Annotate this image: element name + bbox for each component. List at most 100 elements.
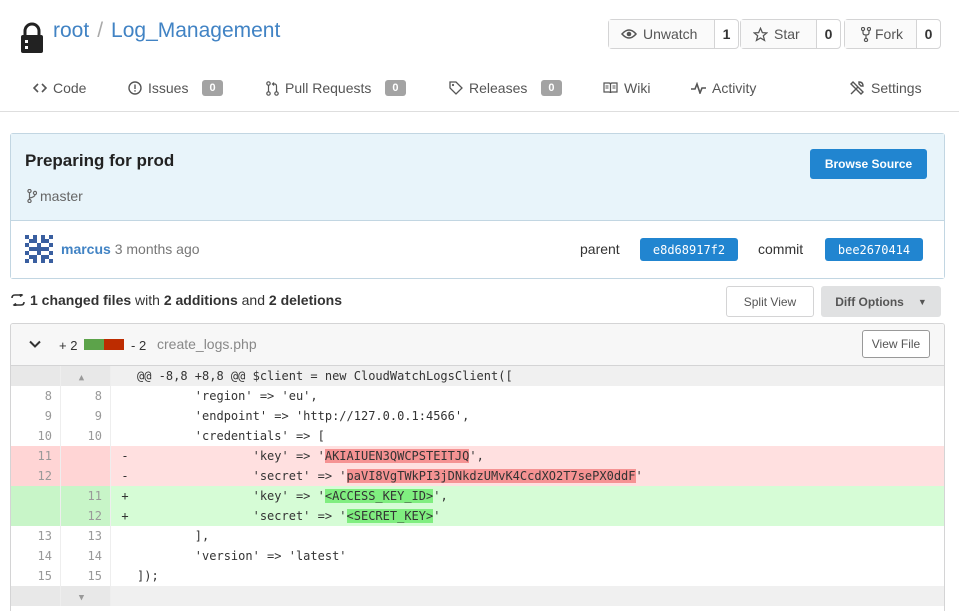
repo-owner-link[interactable]: root <box>53 19 89 42</box>
new-line-number[interactable]: 12 <box>61 506 111 526</box>
avatar[interactable] <box>25 235 53 263</box>
code-text: ], <box>137 526 944 546</box>
code-text-post: ' <box>433 509 441 523</box>
tab-settings[interactable]: Settings <box>849 80 922 96</box>
diff-sign <box>113 406 137 426</box>
fork-label: Fork <box>875 26 903 42</box>
watch-button[interactable]: Unwatch <box>609 20 715 48</box>
commit-author: marcus 3 months ago <box>61 241 200 257</box>
new-line-number[interactable]: 15 <box>61 566 111 586</box>
old-line-number[interactable]: 13 <box>11 526 61 546</box>
new-line-number[interactable] <box>61 446 111 466</box>
stats-with: with <box>135 292 160 308</box>
split-view-button[interactable]: Split View <box>726 286 814 317</box>
new-line-number[interactable]: 14 <box>61 546 111 566</box>
tab-pull-requests[interactable]: Pull Requests 0 <box>266 80 406 96</box>
old-line-number[interactable]: 14 <box>11 546 61 566</box>
tab-releases[interactable]: Releases 0 <box>449 80 562 96</box>
context-line: 99 'endpoint' => 'http://127.0.0.1:4566'… <box>11 406 944 426</box>
new-line-number[interactable]: 8 <box>61 386 111 406</box>
new-line-number[interactable]: 11 <box>61 486 111 506</box>
tab-code[interactable]: Code <box>33 80 86 96</box>
star-icon <box>753 26 768 42</box>
hunk-footer-row: ▼ <box>11 586 944 606</box>
pulse-icon <box>691 82 706 94</box>
old-line-number[interactable] <box>11 486 61 506</box>
new-line-number[interactable]: 9 <box>61 406 111 426</box>
old-line-number[interactable]: 12 <box>11 466 61 486</box>
code-text-post: ', <box>469 449 484 463</box>
code-text: 'key' => 'AKIAIUEN3QWCPSTEITJQ', <box>137 446 944 466</box>
diff-stat-bar <box>84 339 124 350</box>
tab-issues[interactable]: Issues 0 <box>128 80 223 96</box>
commit-branch[interactable]: master <box>27 188 83 204</box>
star-button-group[interactable]: Star 0 <box>740 19 841 49</box>
watch-button-group[interactable]: Unwatch 1 <box>608 19 739 49</box>
added-line: 11 + 'key' => '<ACCESS_KEY_ID>', <box>11 486 944 506</box>
commit-meta: marcus 3 months ago parent e8d68917f2 co… <box>11 221 944 278</box>
commit-box: Preparing for prod master Browse Source … <box>10 133 945 279</box>
author-name-link[interactable]: marcus <box>61 241 111 257</box>
expand-down-icon[interactable]: ▼ <box>61 586 111 606</box>
old-line-number[interactable]: 10 <box>11 426 61 446</box>
pulls-count-badge: 0 <box>385 80 406 96</box>
tab-code-label: Code <box>53 80 87 96</box>
repo-path: root / Log_Management <box>53 19 280 43</box>
tab-activity-label: Activity <box>712 80 757 96</box>
old-line-number[interactable] <box>11 506 61 526</box>
diff-options-button[interactable]: Diff Options ▼ <box>821 286 941 317</box>
star-label: Star <box>774 26 800 42</box>
chevron-down-icon[interactable] <box>29 340 41 348</box>
tab-wiki-label: Wiki <box>624 80 651 96</box>
view-file-button[interactable]: View File <box>862 330 930 358</box>
stats-and: and <box>241 292 265 308</box>
new-line-number[interactable] <box>61 466 111 486</box>
tools-icon <box>850 81 864 95</box>
diff-sign: + <box>121 489 129 503</box>
browse-source-button[interactable]: Browse Source <box>810 149 927 179</box>
file-diff-header: + 2 - 2 create_logs.php View File <box>11 324 944 366</box>
new-line-number[interactable]: 13 <box>61 526 111 546</box>
diff-sign: - <box>121 469 129 483</box>
old-line-number[interactable]: 11 <box>11 446 61 466</box>
deleted-line: 12 - 'secret' => 'paVI8VgTWkPI3jDNkdzUMvK… <box>11 466 944 486</box>
commit-label: commit <box>758 241 804 257</box>
tab-wiki[interactable]: Wiki <box>603 80 650 96</box>
old-line-number[interactable]: 9 <box>11 406 61 426</box>
commit-time: 3 months ago <box>114 241 200 257</box>
commit-sha-button[interactable]: bee2670414 <box>825 238 923 261</box>
file-name[interactable]: create_logs.php <box>157 336 257 352</box>
fork-button[interactable]: Fork <box>845 20 917 48</box>
fork-count[interactable]: 0 <box>917 20 940 48</box>
eye-icon <box>621 29 637 39</box>
changed-files-count: 1 changed files <box>30 292 132 308</box>
code-text: 'version' => 'latest' <box>137 546 944 566</box>
added-line: 12 + 'secret' => '<SECRET_KEY>' <box>11 506 944 526</box>
star-count[interactable]: 0 <box>817 20 840 48</box>
releases-count-badge: 0 <box>541 80 562 96</box>
diff-sign <box>113 526 137 546</box>
watch-label: Unwatch <box>643 26 698 42</box>
code-text-pre: 'endpoint' => 'http://127.0.0.1:4566', <box>137 409 470 423</box>
deletions-count: 2 deletions <box>268 292 343 308</box>
expand-up-icon[interactable]: ▲ <box>61 366 111 386</box>
code-text-pre: 'key' => ' <box>137 489 325 503</box>
path-separator: / <box>97 19 104 42</box>
code-text: 'secret' => '<SECRET_KEY>' <box>137 506 944 526</box>
changed-token: <SECRET_KEY> <box>346 509 434 523</box>
new-line-number[interactable]: 10 <box>61 426 111 446</box>
repo-name-link[interactable]: Log_Management <box>111 19 280 42</box>
star-button[interactable]: Star <box>741 20 817 48</box>
code-text: 'region' => 'eu', <box>137 386 944 406</box>
changed-token: AKIAIUEN3QWCPSTEITJQ <box>324 449 470 463</box>
diff-sign: + <box>121 509 129 523</box>
tab-activity[interactable]: Activity <box>691 80 756 96</box>
code-icon <box>33 83 47 93</box>
old-line-number[interactable]: 15 <box>11 566 61 586</box>
parent-sha-button[interactable]: e8d68917f2 <box>640 238 738 261</box>
diff-sign <box>113 566 137 586</box>
fork-button-group[interactable]: Fork 0 <box>844 19 941 49</box>
old-line-number[interactable]: 8 <box>11 386 61 406</box>
watch-count[interactable]: 1 <box>715 20 738 48</box>
hunk-gutter-old <box>11 586 61 606</box>
